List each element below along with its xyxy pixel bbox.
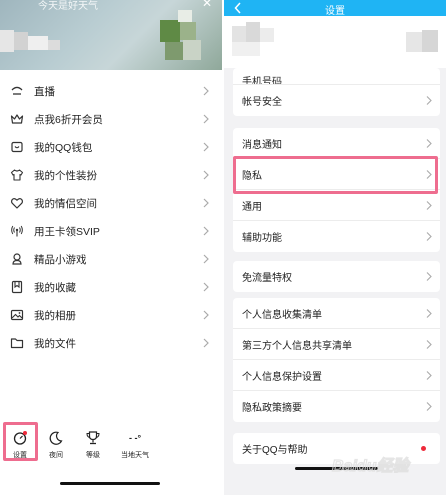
chevron-right-icon	[426, 371, 432, 380]
drawer-header-background: 今天是好天气 ✕	[0, 0, 222, 70]
chevron-right-icon	[426, 201, 432, 210]
wallet-icon	[10, 140, 24, 154]
settings-group-data-free: 免流量特权	[233, 261, 440, 292]
row-label: 第三方个人信息共享清单	[242, 340, 352, 352]
menu-item-label: 我的情侣空间	[34, 197, 97, 210]
chevron-right-icon	[203, 142, 209, 152]
row-label: 个人信息收集清单	[242, 309, 322, 321]
menu-item-label: 我的QQ钱包	[34, 141, 93, 154]
settings-row-info-protection[interactable]: 个人信息保护设置	[233, 360, 440, 391]
trophy-icon	[86, 431, 100, 445]
folder-icon	[10, 336, 24, 350]
chevron-right-icon	[203, 226, 209, 236]
chevron-right-icon	[203, 114, 209, 124]
weather-label: 当地天气	[121, 452, 149, 459]
menu-item-photo-album[interactable]: 我的相册	[0, 301, 222, 329]
chevron-right-icon	[203, 338, 209, 348]
chevron-right-icon	[426, 402, 432, 411]
settings-row-info-collection-list[interactable]: 个人信息收集清单	[233, 298, 440, 329]
level-label: 等级	[86, 452, 100, 459]
settings-title-bar: 设置	[224, 0, 446, 17]
chevron-right-icon	[203, 198, 209, 208]
settings-row-accessibility[interactable]: 辅助功能	[233, 221, 440, 252]
weather-value: - -°	[128, 433, 142, 443]
drawer-header-caption: 今天是好天气	[38, 1, 98, 12]
qq-side-drawer: 今天是好天气 ✕ 直播 点我6折开会员 我的QQ钱包 我的个性装扮 我的情侣空间…	[0, 0, 222, 495]
menu-item-couple-space[interactable]: 我的情侣空间	[0, 189, 222, 217]
home-indicator	[60, 482, 160, 485]
settings-row-data-free-privilege[interactable]: 免流量特权	[233, 261, 440, 292]
menu-item-live[interactable]: 直播	[0, 77, 222, 105]
menu-item-king-card[interactable]: 用王卡领SVIP	[0, 217, 222, 245]
settings-row-privacy-policy-summary[interactable]: 隐私政策摘要	[233, 391, 440, 422]
chevron-right-icon	[426, 309, 432, 318]
weather-button[interactable]: - -° 当地天气	[115, 428, 155, 460]
watermark-logo: Baidu经验	[331, 456, 412, 475]
settings-group-personal-info: 个人信息收集清单 第三方个人信息共享清单 个人信息保护设置 隐私政策摘要	[233, 298, 440, 422]
chevron-right-icon	[426, 272, 432, 281]
row-label: 手机号码	[242, 77, 282, 85]
notification-dot	[421, 446, 426, 451]
menu-item-label: 我的收藏	[34, 281, 76, 294]
row-label: 个人信息保护设置	[242, 371, 322, 383]
row-label: 隐私政策摘要	[242, 403, 302, 414]
chevron-right-icon	[203, 170, 209, 180]
menu-item-personalize[interactable]: 我的个性装扮	[0, 161, 222, 189]
chevron-right-icon	[426, 232, 432, 241]
night-mode-button[interactable]: 夜间	[38, 428, 74, 460]
heart-icon	[10, 196, 24, 210]
photo-album-icon	[10, 308, 24, 322]
menu-item-vip[interactable]: 点我6折开会员	[0, 105, 222, 133]
game-icon	[10, 252, 24, 266]
live-icon	[10, 84, 24, 98]
watermark-text: Baidu经验	[332, 457, 411, 475]
close-icon[interactable]: ✕	[202, 0, 212, 10]
settings-row-notifications[interactable]: 消息通知	[233, 128, 440, 159]
menu-item-files[interactable]: 我的文件	[0, 329, 222, 357]
settings-highlight-box	[3, 422, 38, 461]
drawer-menu: 直播 点我6折开会员 我的QQ钱包 我的个性装扮 我的情侣空间 用王卡领SVIP…	[0, 77, 222, 357]
menu-item-label: 用王卡领SVIP	[34, 225, 100, 238]
chevron-right-icon	[426, 96, 432, 105]
level-button[interactable]: 等级	[75, 428, 111, 460]
menu-item-label: 我的相册	[34, 309, 76, 322]
menu-item-label: 我的文件	[34, 337, 76, 350]
row-label: 消息通知	[242, 139, 282, 151]
menu-item-wallet[interactable]: 我的QQ钱包	[0, 133, 222, 161]
menu-item-label: 精品小游戏	[34, 253, 87, 266]
night-mode-label: 夜间	[49, 452, 63, 459]
shirt-icon	[10, 168, 24, 182]
settings-row-phone[interactable]: 手机号码	[233, 68, 440, 85]
row-label: 辅助功能	[242, 233, 282, 244]
menu-item-label: 直播	[34, 85, 55, 98]
moon-icon	[49, 431, 63, 445]
signal-icon	[10, 224, 24, 238]
settings-row-general[interactable]: 通用	[233, 190, 440, 221]
settings-screen: 设置 手机号码 帐号安全 消息通知 隐私 通用 辅助功能 免流量特权 个人信息收…	[224, 0, 446, 495]
row-label: 帐号安全	[242, 97, 282, 108]
page-title: 设置	[325, 6, 345, 17]
bookmark-icon	[10, 280, 24, 294]
row-label: 免流量特权	[242, 273, 292, 284]
privacy-highlight-box	[233, 156, 438, 194]
settings-group-account: 手机号码 帐号安全	[233, 68, 440, 116]
chevron-right-icon	[203, 254, 209, 264]
chevron-right-icon	[426, 340, 432, 349]
chevron-right-icon	[203, 310, 209, 320]
row-label: 通用	[242, 201, 262, 213]
profile-card[interactable]	[224, 16, 446, 68]
menu-item-label: 点我6折开会员	[34, 113, 103, 126]
settings-row-account-security[interactable]: 帐号安全	[233, 85, 440, 116]
chevron-right-icon	[203, 282, 209, 292]
chevron-right-icon	[203, 86, 209, 96]
menu-item-favorites[interactable]: 我的收藏	[0, 273, 222, 301]
menu-item-label: 我的个性装扮	[34, 169, 97, 182]
settings-row-third-party-sharing[interactable]: 第三方个人信息共享清单	[233, 329, 440, 360]
crown-icon	[10, 112, 24, 126]
chevron-right-icon	[426, 139, 432, 148]
row-label: 关于QQ与帮助	[242, 445, 308, 456]
menu-item-mini-games[interactable]: 精品小游戏	[0, 245, 222, 273]
